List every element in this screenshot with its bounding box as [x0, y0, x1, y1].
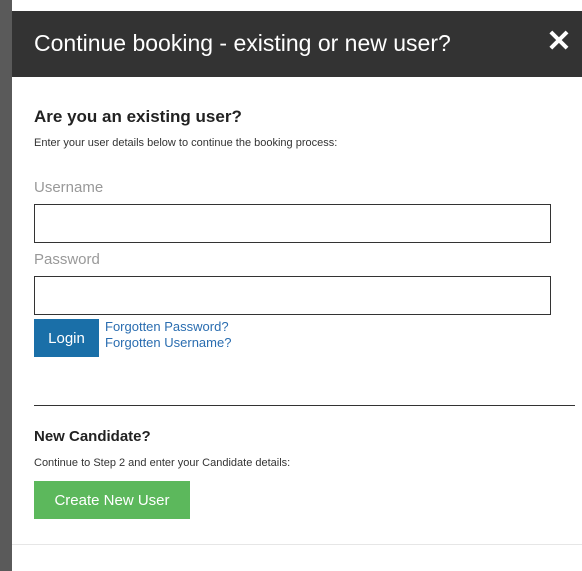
modal-footer-divider — [12, 544, 582, 545]
modal-body: Are you an existing user? Enter your use… — [12, 77, 582, 519]
password-field[interactable] — [34, 276, 551, 315]
existing-user-description: Enter your user details below to continu… — [34, 137, 338, 149]
page-backdrop — [0, 0, 12, 571]
create-new-user-button[interactable]: Create New User — [34, 481, 190, 519]
new-candidate-heading: New Candidate? — [34, 428, 151, 445]
modal-title: Continue booking - existing or new user? — [34, 30, 451, 56]
forgotten-password-link[interactable]: Forgotten Password? — [105, 319, 231, 335]
login-button[interactable]: Login — [34, 319, 99, 357]
username-field[interactable] — [34, 204, 551, 243]
modal-header: Continue booking - existing or new user?… — [12, 11, 582, 77]
new-candidate-description: Continue to Step 2 and enter your Candid… — [34, 457, 291, 469]
login-row: Login Forgotten Password? Forgotten User… — [34, 319, 560, 357]
close-icon[interactable]: ✕ — [544, 27, 574, 57]
username-label: Username — [34, 179, 104, 196]
forgotten-username-link[interactable]: Forgotten Username? — [105, 335, 231, 351]
booking-modal: Continue booking - existing or new user?… — [12, 11, 582, 571]
forgotten-links: Forgotten Password? Forgotten Username? — [105, 319, 231, 351]
existing-user-heading: Are you an existing user? — [34, 107, 242, 126]
password-label: Password — [34, 251, 100, 268]
section-divider — [34, 405, 575, 406]
